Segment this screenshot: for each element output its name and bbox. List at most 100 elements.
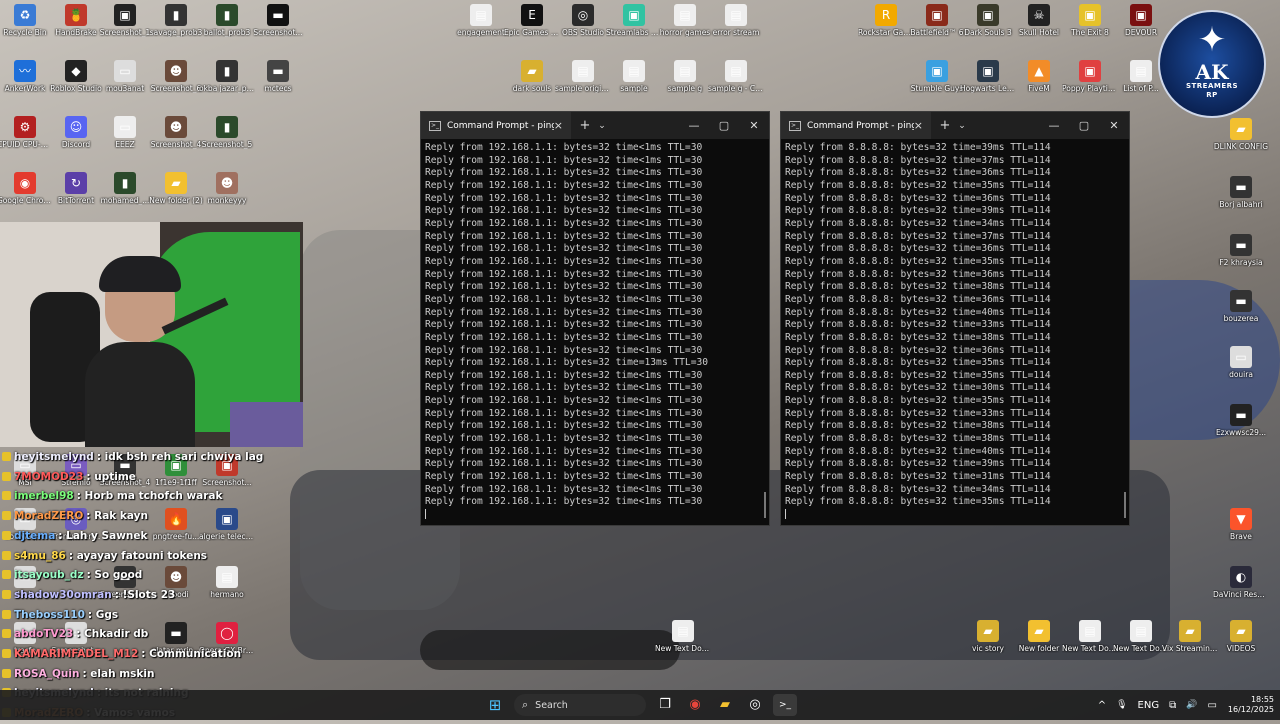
new-tab-button[interactable]: + [575,118,595,133]
tab-close-icon[interactable]: × [914,119,923,132]
desktop-icon[interactable]: ▤ New Text Docume... [1062,620,1118,653]
battery-icon[interactable]: ▭ [1207,700,1216,711]
tab-close-icon[interactable]: × [554,119,563,132]
terminal-icon[interactable]: >_ [773,694,797,716]
close-button[interactable]: ✕ [1099,119,1129,132]
desktop-icon[interactable]: ▤ sample g - Copy - Copy [708,60,764,93]
desktop-icon[interactable]: ▤ sample original [555,60,611,93]
chat-username: heyitsmelynd [14,451,94,463]
desktop-icon-label: Epic Games Launcher [504,28,560,37]
desktop-icon[interactable]: ▤ New Text Docume... [655,620,711,653]
desktop-icon[interactable]: ☻ monkeyyy [199,172,255,205]
desktop-icon[interactable]: 〰 AnkerWork [0,60,53,93]
start-button[interactable]: ⊞ [483,694,507,716]
desktop-icon[interactable]: ▰ dark souls [504,60,560,93]
desktop-icon[interactable]: ▭ EEEZ [97,116,153,149]
terminal-tab[interactable]: >_ Command Prompt - ping -t 8 × [781,112,931,139]
desktop-icon[interactable]: ▣ The Exit 8 [1062,4,1118,37]
network-icon[interactable]: ⧉ [1169,700,1176,711]
desktop-icon[interactable]: ▰ VIDEOS [1213,620,1269,653]
desktop-icon[interactable]: ▤ engagement [453,4,509,37]
desktop-icon[interactable]: ▼ Brave [1213,508,1269,541]
desktop-icon[interactable]: ▭ douira [1213,346,1269,379]
desktop-icon[interactable]: ▤ sample g [657,60,713,93]
desktop-icon[interactable]: 🍍 HandBrake [48,4,104,37]
desktop-icon[interactable]: ▣ Streamlabs Desktop [606,4,662,37]
desktop-icon[interactable]: ▮ mohamed_... [97,172,153,205]
desktop-icon[interactable]: ☠ Skull Hotel [1011,4,1067,37]
desktop-icon[interactable]: ☻ Screenshot_6 [148,60,204,93]
desktop-icon[interactable]: ▬ mctecs [250,60,306,93]
tray-overflow-chevron-icon[interactable]: ^ [1098,700,1106,711]
close-button[interactable]: ✕ [739,119,769,132]
scrollbar[interactable] [1124,492,1126,518]
desktop-icon[interactable]: ▰ New folder (2) [148,172,204,205]
command-prompt-window-1[interactable]: >_ Command Prompt - ping -t × + ⌄ — ▢ ✕ … [420,111,770,526]
desktop-icon-label: sample original [555,84,611,93]
language-indicator[interactable]: ENG [1138,700,1160,711]
taskbar-search[interactable]: ⌕ Search [514,694,646,716]
scrollbar[interactable] [764,492,766,518]
volume-icon[interactable]: 🔊 [1186,700,1197,710]
desktop-icon[interactable]: R Rockstar Games ... [858,4,914,37]
desktop-icon-label: Screenshot_6 [150,84,202,93]
desktop-icon[interactable]: E Epic Games Launcher [504,4,560,37]
desktop-icon[interactable]: ▭ mou3anat [97,60,153,93]
desktop-icon[interactable]: ▤ New Text Document [1113,620,1169,653]
obs-icon[interactable]: ◎ [743,694,767,716]
desktop-icon[interactable]: ▮ okba jazar_prob3 [199,60,255,93]
desktop-icon[interactable]: ▮ savage_prob3 [148,4,204,37]
microphone-icon[interactable]: 🎙 [1116,700,1127,710]
desktop-icon[interactable]: ◉ Google Chrome [0,172,53,205]
desktop-icon[interactable]: ▣ Hogwarts Legacy [960,60,1016,93]
task-view-icon[interactable]: ❐ [653,694,677,716]
chrome-icon[interactable]: ◉ [683,694,707,716]
terminal-line: Reply from 8.8.8.8: bytes=32 time=30ms T… [785,382,1051,394]
maximize-button[interactable]: ▢ [1069,119,1099,132]
minimize-button[interactable]: — [679,119,709,132]
desktop-icon[interactable]: ▤ horror games [657,4,713,37]
file-explorer-icon[interactable]: ▰ [713,694,737,716]
desktop-icon[interactable]: ↻ BitTorrent [48,172,104,205]
desktop-icon[interactable]: ▮ Screenshot_5 [199,116,255,149]
window-titlebar[interactable]: >_ Command Prompt - ping -t × + ⌄ — ▢ ✕ [421,112,769,139]
desktop-icon[interactable]: ▣ Stumble Guys [909,60,965,93]
maximize-button[interactable]: ▢ [709,119,739,132]
desktop-icon[interactable]: ⚙ CPUID CPU-Z MSI [0,116,53,149]
desktop-icon[interactable]: ▬ Ezxwwsc29... [1213,404,1269,437]
desktop-icon[interactable]: ▰ Vix Streaming pack by bady [1162,620,1218,653]
desktop-icon[interactable]: ▬ bouzerea [1213,290,1269,323]
desktop-icon[interactable]: ◎ OBS Studio [555,4,611,37]
new-tab-button[interactable]: + [935,118,955,133]
desktop-icon[interactable]: ▬ Borj albahri [1213,176,1269,209]
minimize-button[interactable]: — [1039,119,1069,132]
desktop-icon[interactable]: ▤ error stream [708,4,764,37]
app-icon: ▰ [1230,620,1252,642]
desktop-icon[interactable]: ▰ DLINK CONFIG [1213,118,1269,151]
desktop-icon[interactable]: ▬ Screenshot... [250,4,306,37]
desktop-icon-label: sample [620,84,648,93]
desktop-icon[interactable]: ♻ Recycle Bin [0,4,53,37]
desktop-icon[interactable]: ▣ Dark Souls 3 [960,4,1016,37]
terminal-output[interactable]: Reply from 8.8.8.8: bytes=32 time=39ms T… [781,139,1129,524]
desktop-icon[interactable]: ☻ Screenshot_4 [148,116,204,149]
desktop-icon[interactable]: ◆ Roblox Studio [48,60,104,93]
desktop-icon[interactable]: ▮ ballot_prob3 [199,4,255,37]
desktop-icon[interactable]: ▰ vic story [960,620,1016,653]
tab-dropdown-button[interactable]: ⌄ [595,121,609,131]
desktop-icon[interactable]: ▤ sample [606,60,662,93]
terminal-output[interactable]: Reply from 192.168.1.1: bytes=32 time<1m… [421,139,769,524]
command-prompt-window-2[interactable]: >_ Command Prompt - ping -t 8 × + ⌄ — ▢ … [780,111,1130,526]
window-titlebar[interactable]: >_ Command Prompt - ping -t 8 × + ⌄ — ▢ … [781,112,1129,139]
desktop-icon[interactable]: ▬ F2 khraysia [1213,234,1269,267]
clock[interactable]: 18:55 16/12/2025 [1228,695,1274,715]
desktop-icon[interactable]: ▣ Screenshot_1 [97,4,153,37]
terminal-tab[interactable]: >_ Command Prompt - ping -t × [421,112,571,139]
desktop-icon[interactable]: ▣ Poppy Playtime [1062,60,1118,93]
desktop-icon[interactable]: ◐ DaVinci Resolve [1213,566,1269,599]
tab-dropdown-button[interactable]: ⌄ [955,121,969,131]
desktop-icon[interactable]: ▣ Battlefield™ 6 [909,4,965,37]
desktop-icon[interactable]: ▰ New folder [1011,620,1067,653]
desktop-icon[interactable]: ☺ Discord [48,116,104,149]
desktop-icon[interactable]: ▲ FiveM [1011,60,1067,93]
